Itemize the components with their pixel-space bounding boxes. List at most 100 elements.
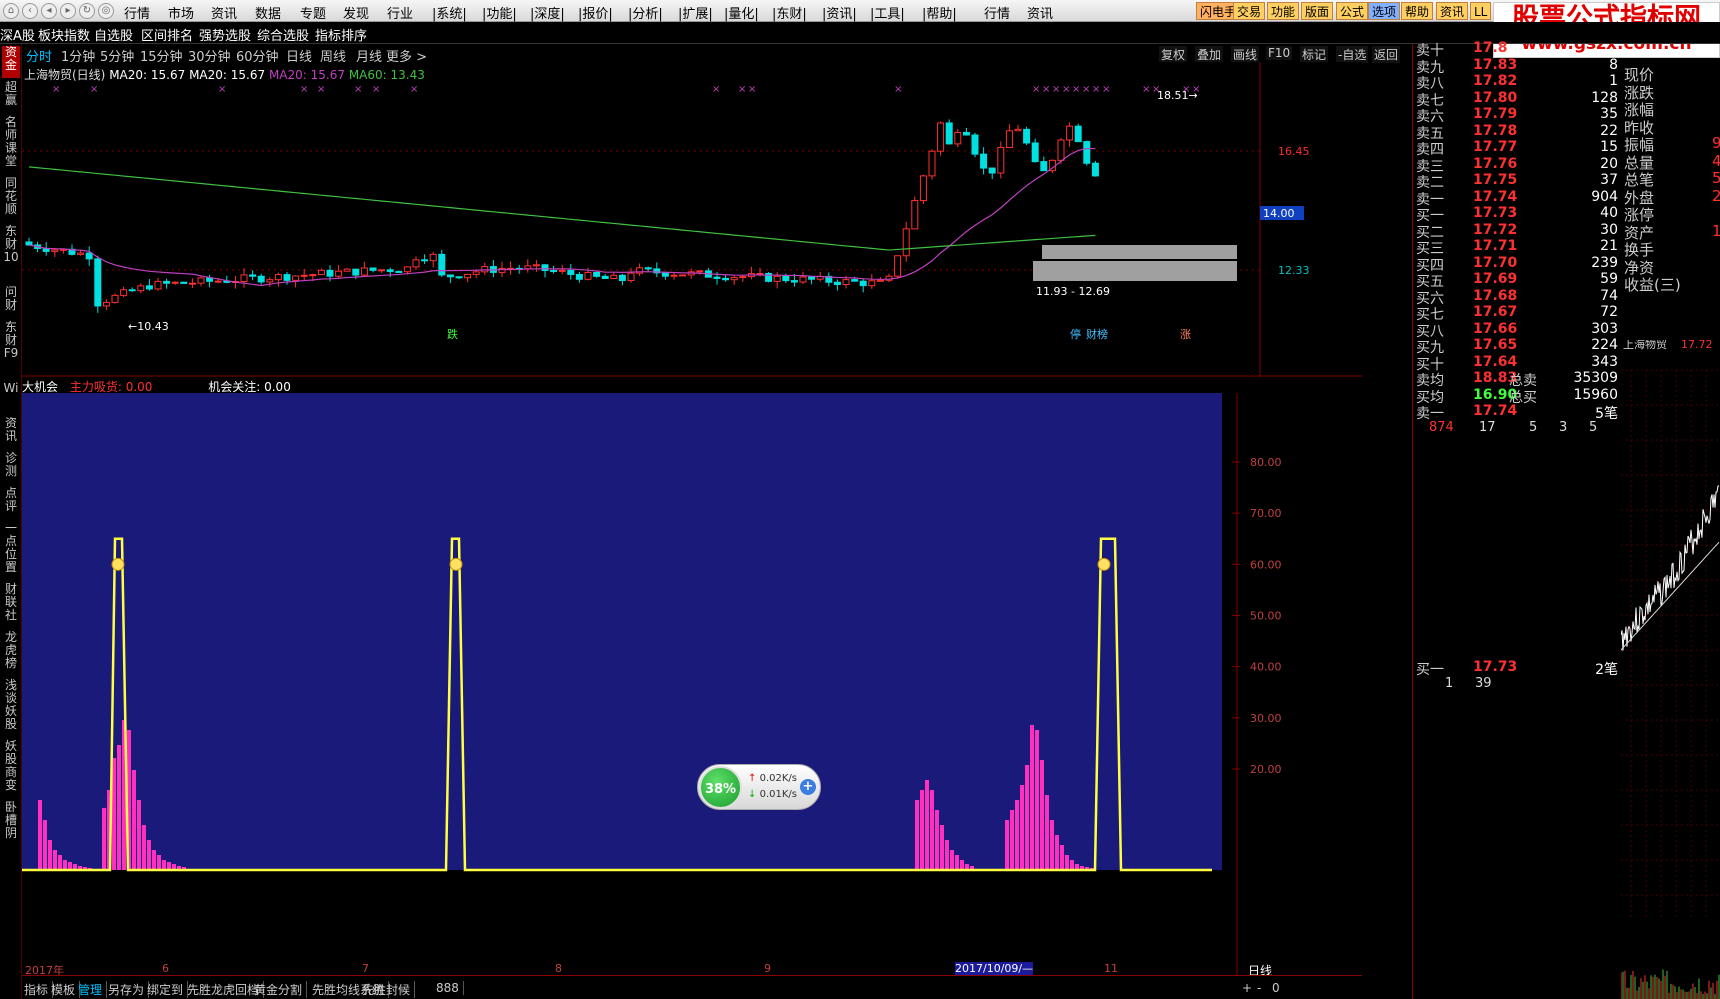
row-volume: 20 xyxy=(1600,155,1618,172)
left-tab[interactable]: 浅谈妖股 xyxy=(2,679,20,737)
toolbar-item[interactable]: 综合选股 xyxy=(257,25,309,44)
signal-marker: × xyxy=(300,84,308,95)
zoom-button[interactable]: 0 xyxy=(1272,981,1280,995)
chart-tool-button[interactable]: -自选 xyxy=(1336,46,1369,63)
menu-item[interactable]: 专题 xyxy=(300,3,326,22)
menu-item[interactable]: 市场 xyxy=(168,3,194,22)
chart-tool-button[interactable]: F10 xyxy=(1266,46,1293,60)
quick-button[interactable]: 资讯 xyxy=(1436,2,1469,20)
left-tab[interactable]: 名师课堂 xyxy=(2,116,20,174)
status-tab[interactable]: 指标 xyxy=(24,981,54,998)
kline-chart[interactable]: 16.4512.3314.0011.93 - 12.69←10.4318.51→… xyxy=(22,62,1362,377)
left-tab[interactable]: 资讯 xyxy=(2,417,20,449)
candle-body xyxy=(799,276,807,283)
upload-speed: ↑ 0.02K/s xyxy=(748,773,797,784)
menu-item[interactable]: 数据 xyxy=(255,3,281,22)
mini-timeline-chart[interactable]: 上海物贸 17.72 xyxy=(1621,340,1720,999)
back2-icon[interactable]: ◂ xyxy=(41,3,57,19)
left-tab[interactable]: 龙虎榜 xyxy=(2,631,20,676)
status-tab[interactable]: 管理 xyxy=(78,981,108,998)
quick-button[interactable]: 选项 xyxy=(1368,2,1401,20)
event-tag: 涨 xyxy=(1180,328,1191,341)
indicator-chart[interactable]: 80.00 70.00 60.00 50.00 40.00 30.00 20.00 xyxy=(22,393,1362,975)
plus-icon[interactable]: + xyxy=(800,779,816,795)
quick-button[interactable]: 功能 xyxy=(1267,2,1300,20)
candle-body xyxy=(180,281,188,284)
left-tab[interactable]: 资金 xyxy=(2,46,20,78)
quick-button[interactable]: 交易 xyxy=(1233,2,1266,20)
status-tab[interactable]: 模板 xyxy=(51,981,81,998)
chart-tool-button[interactable]: 标记 xyxy=(1300,46,1329,63)
home-icon[interactable]: ⌂ xyxy=(3,3,19,19)
left-tab[interactable]: 点评 xyxy=(2,487,20,519)
menu-item[interactable]: |东财| xyxy=(772,3,807,22)
row-price: 17.73 xyxy=(1473,659,1518,675)
left-tab[interactable]: 问财 xyxy=(2,286,20,318)
menu-item[interactable]: |资讯| xyxy=(822,3,857,22)
menu-item[interactable]: |分析| xyxy=(628,3,663,22)
range-box xyxy=(1033,261,1237,281)
candle-body xyxy=(309,274,317,277)
menu-item[interactable]: |帮助| xyxy=(922,3,957,22)
menu-item[interactable]: 行情 xyxy=(984,3,1010,22)
menu-item[interactable]: |报价| xyxy=(578,3,613,22)
menu-item[interactable]: |扩展| xyxy=(678,3,713,22)
left-tab[interactable]: 卧槽阴 xyxy=(2,801,20,846)
left-tab[interactable]: 东财10 xyxy=(2,225,20,283)
status-tab[interactable]: 先胜封候 xyxy=(362,981,416,998)
quick-button[interactable]: LL xyxy=(1470,2,1492,20)
candle-body xyxy=(618,274,626,281)
chart-tool-button[interactable]: 叠加 xyxy=(1195,46,1224,63)
status-tab[interactable]: 绑定到 xyxy=(147,981,189,998)
left-tab[interactable]: Wi xyxy=(2,382,20,414)
left-tab[interactable]: 财联社 xyxy=(2,583,20,628)
quick-button[interactable]: 帮助 xyxy=(1401,2,1434,20)
back-icon[interactable]: ‹ xyxy=(22,3,38,19)
status-tab[interactable]: 另存为 xyxy=(108,981,150,998)
toolbar-item[interactable]: 板块指数 xyxy=(38,25,90,44)
quick-button[interactable]: 公式 xyxy=(1336,2,1369,20)
row-volume: 15960 xyxy=(1573,386,1618,403)
menu-item[interactable]: 行业 xyxy=(387,3,413,22)
left-tab[interactable]: 妖股商变 xyxy=(2,740,20,798)
toolbar-item[interactable]: 自选股 xyxy=(94,25,133,44)
left-tab[interactable]: 超赢 xyxy=(2,81,20,113)
menu-item[interactable]: 发现 xyxy=(343,3,369,22)
volume-bar xyxy=(152,850,156,870)
volume-bar xyxy=(950,850,954,870)
quick-button[interactable]: 版面 xyxy=(1301,2,1334,20)
toolbar-item[interactable]: 指标排序 xyxy=(315,25,367,44)
event-tag: 跌 xyxy=(447,327,458,341)
chart-tool-button[interactable]: 画线 xyxy=(1231,46,1260,63)
left-tab[interactable]: 同花顺 xyxy=(2,177,20,222)
status-tab[interactable]: 黄金分割 xyxy=(254,981,308,998)
ma20-label: MA20: 15.67 xyxy=(109,68,186,82)
forward-icon[interactable]: ▸ xyxy=(60,3,76,19)
menu-item[interactable]: 资讯 xyxy=(211,3,237,22)
toolbar-item[interactable]: 深A股 xyxy=(0,25,35,44)
menu-item[interactable]: 行情 xyxy=(124,3,150,22)
toolbar-item[interactable]: 强势选股 xyxy=(199,25,251,44)
menu-item[interactable]: 资讯 xyxy=(1027,3,1053,22)
left-tab[interactable]: 诊测 xyxy=(2,452,20,484)
chart-tool-button[interactable]: 返回 xyxy=(1372,46,1401,63)
menu-item[interactable]: |深度| xyxy=(530,3,565,22)
zoom-button[interactable]: + xyxy=(1242,981,1252,995)
date-tick: 6 xyxy=(162,962,169,975)
zoom-button[interactable]: - xyxy=(1257,981,1261,995)
refresh-icon[interactable]: ↻ xyxy=(79,3,95,19)
upload-value: 0.02K/s xyxy=(759,773,797,784)
menu-item[interactable]: |工具| xyxy=(870,3,905,22)
menu-item[interactable]: |量化| xyxy=(724,3,759,22)
menu-item[interactable]: |系统| xyxy=(432,3,467,22)
status-tab[interactable]: 888 xyxy=(436,981,464,995)
left-tab[interactable]: 东财F9 xyxy=(2,321,20,379)
toolbar-item[interactable]: 区间排名 xyxy=(141,25,193,44)
chart-tool-button[interactable]: 复权 xyxy=(1159,46,1188,63)
menu-item[interactable]: |功能| xyxy=(482,3,517,22)
stop-icon[interactable]: ◎ xyxy=(98,3,114,19)
status-tab[interactable]: 先胜龙虎回档 xyxy=(187,981,265,998)
row-volume: 224 xyxy=(1591,337,1618,353)
left-tab[interactable]: 一点位置 xyxy=(2,522,20,580)
network-speed-widget[interactable]: 38% ↑ 0.02K/s ↓ 0.01K/s + xyxy=(697,764,821,810)
